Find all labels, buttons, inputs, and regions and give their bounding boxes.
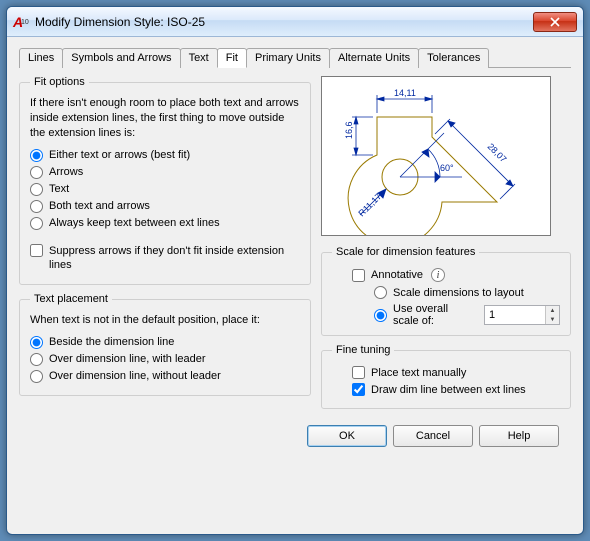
help-button[interactable]: Help	[479, 425, 559, 447]
check-annotative-input[interactable]	[352, 269, 365, 282]
radio-both-label: Both text and arrows	[49, 200, 150, 212]
tab-tolerances[interactable]: Tolerances	[418, 48, 489, 68]
radio-scale-overall[interactable]: Use overall scale of:	[374, 303, 472, 327]
ok-button[interactable]: OK	[307, 425, 387, 447]
radio-over-leader-input[interactable]	[30, 353, 43, 366]
info-icon[interactable]: i	[431, 268, 445, 282]
radio-arrows-label: Arrows	[49, 166, 83, 178]
radio-beside-input[interactable]	[30, 336, 43, 349]
radio-always-input[interactable]	[30, 217, 43, 230]
radio-over-noleader[interactable]: Over dimension line, without leader	[30, 370, 300, 383]
preview-panel: 14,11 16,6 28,07 60° R11,17	[321, 76, 551, 236]
window-title: Modify Dimension Style: ISO-25	[35, 15, 533, 29]
text-placement-legend: Text placement	[30, 293, 112, 305]
radio-scale-overall-label: Use overall scale of:	[393, 303, 472, 327]
scale-legend: Scale for dimension features	[332, 246, 479, 258]
dim-diag: 28,07	[486, 141, 509, 164]
radio-arrows-input[interactable]	[30, 166, 43, 179]
check-suppress[interactable]: Suppress arrows if they don't fit inside…	[30, 244, 300, 273]
radio-always-label: Always keep text between ext lines	[49, 217, 220, 229]
overall-scale-spinner[interactable]: ▲ ▼	[484, 305, 560, 325]
check-place-manual-input[interactable]	[352, 366, 365, 379]
scale-group: Scale for dimension features Annotative …	[321, 246, 571, 336]
fit-options-group: Fit options If there isn't enough room t…	[19, 76, 311, 285]
radio-over-noleader-label: Over dimension line, without leader	[49, 370, 221, 382]
text-placement-group: Text placement When text is not in the d…	[19, 293, 311, 396]
check-draw-dimline-label: Draw dim line between ext lines	[371, 384, 526, 396]
dialog-content: Lines Symbols and Arrows Text Fit Primar…	[7, 37, 583, 451]
radio-over-noleader-input[interactable]	[30, 370, 43, 383]
close-button[interactable]	[533, 12, 577, 32]
check-suppress-label: Suppress arrows if they don't fit inside…	[49, 244, 300, 273]
preview-drawing: 14,11 16,6 28,07 60° R11,17	[322, 77, 551, 236]
tab-alternate[interactable]: Alternate Units	[329, 48, 419, 68]
tab-text[interactable]: Text	[180, 48, 218, 68]
tab-symbols[interactable]: Symbols and Arrows	[62, 48, 180, 68]
overall-scale-input[interactable]	[485, 306, 545, 324]
tab-bar: Lines Symbols and Arrows Text Fit Primar…	[19, 47, 571, 68]
spin-down[interactable]: ▼	[546, 315, 559, 324]
text-placement-description: When text is not in the default position…	[30, 313, 300, 328]
radio-arrows[interactable]: Arrows	[30, 166, 300, 179]
dialog-footer: OK Cancel Help	[19, 417, 571, 447]
tab-lines[interactable]: Lines	[19, 48, 63, 68]
close-icon	[550, 17, 560, 27]
fine-tuning-group: Fine tuning Place text manually Draw dim…	[321, 344, 571, 409]
radio-text-label: Text	[49, 183, 69, 195]
radio-either[interactable]: Either text or arrows (best fit)	[30, 149, 300, 162]
radio-over-leader[interactable]: Over dimension line, with leader	[30, 353, 300, 366]
check-annotative[interactable]: Annotative i	[352, 268, 560, 282]
dim-radius: R11,17	[356, 191, 383, 218]
tab-fit[interactable]: Fit	[217, 48, 247, 68]
fine-tuning-legend: Fine tuning	[332, 344, 394, 356]
check-suppress-input[interactable]	[30, 244, 43, 257]
radio-either-input[interactable]	[30, 149, 43, 162]
dim-left: 16,6	[344, 121, 354, 139]
radio-both[interactable]: Both text and arrows	[30, 200, 300, 213]
radio-scale-layout[interactable]: Scale dimensions to layout	[374, 286, 560, 299]
check-annotative-label: Annotative	[371, 269, 423, 281]
tab-primary[interactable]: Primary Units	[246, 48, 330, 68]
radio-over-leader-label: Over dimension line, with leader	[49, 353, 206, 365]
fit-options-legend: Fit options	[30, 76, 89, 88]
fit-options-description: If there isn't enough room to place both…	[30, 96, 300, 141]
dim-angle: 60°	[440, 163, 454, 173]
app-icon: A10	[13, 14, 29, 30]
radio-text[interactable]: Text	[30, 183, 300, 196]
radio-scale-layout-label: Scale dimensions to layout	[393, 287, 524, 299]
radio-scale-overall-input[interactable]	[374, 309, 387, 322]
check-draw-dimline-input[interactable]	[352, 383, 365, 396]
radio-always[interactable]: Always keep text between ext lines	[30, 217, 300, 230]
radio-beside-label: Beside the dimension line	[49, 336, 174, 348]
cancel-button[interactable]: Cancel	[393, 425, 473, 447]
radio-text-input[interactable]	[30, 183, 43, 196]
dim-top: 14,11	[394, 88, 416, 98]
check-place-manual-label: Place text manually	[371, 367, 466, 379]
radio-scale-layout-input[interactable]	[374, 286, 387, 299]
spin-up[interactable]: ▲	[546, 306, 559, 315]
radio-either-label: Either text or arrows (best fit)	[49, 149, 190, 161]
radio-beside[interactable]: Beside the dimension line	[30, 336, 300, 349]
check-draw-dimline[interactable]: Draw dim line between ext lines	[352, 383, 560, 396]
title-bar: A10 Modify Dimension Style: ISO-25	[7, 7, 583, 37]
dialog-window: A10 Modify Dimension Style: ISO-25 Lines…	[6, 6, 584, 535]
radio-both-input[interactable]	[30, 200, 43, 213]
check-place-manual[interactable]: Place text manually	[352, 366, 560, 379]
